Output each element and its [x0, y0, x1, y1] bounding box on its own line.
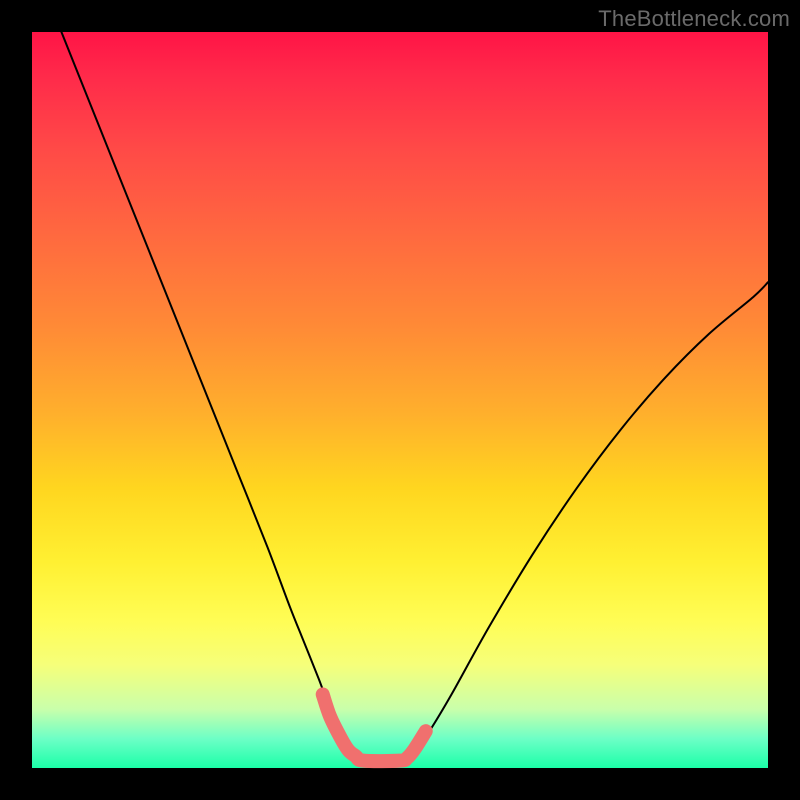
- bottom-highlight: [323, 694, 426, 761]
- main-curve: [61, 32, 768, 761]
- plot-area: [32, 32, 768, 768]
- chart-frame: TheBottleneck.com: [0, 0, 800, 800]
- chart-svg: [32, 32, 768, 768]
- watermark-text: TheBottleneck.com: [598, 6, 790, 32]
